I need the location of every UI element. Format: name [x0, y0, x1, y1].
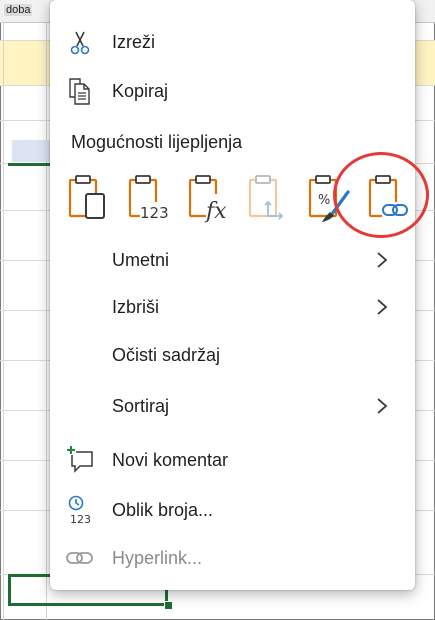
menu-item-cut[interactable]: Izreži — [50, 22, 415, 62]
paste-option-link[interactable] — [364, 172, 414, 226]
grid-line — [46, 22, 47, 620]
paste-icon — [68, 175, 105, 219]
menu-item-new-comment-label: Novi komentar — [112, 450, 229, 470]
menu-item-sort[interactable]: Sortiraj — [50, 386, 415, 426]
paste-transpose-icon — [248, 175, 284, 220]
new-comment-icon — [66, 445, 93, 473]
menu-item-insert-label: Umetni — [112, 250, 170, 270]
menu-item-number-format-label: Oblik broja... — [112, 500, 214, 520]
grid-line — [3, 22, 4, 620]
menu-item-delete-label: Izbriši — [112, 297, 160, 317]
svg-text:123: 123 — [140, 204, 169, 222]
chevron-right-icon — [377, 398, 388, 414]
paste-option-paste[interactable] — [64, 172, 114, 226]
number-format-icon: 123 — [68, 495, 91, 526]
svg-text:fx: fx — [204, 199, 227, 224]
svg-text:123: 123 — [70, 513, 91, 526]
link-icon — [66, 552, 93, 564]
paste-option-values[interactable]: 123 — [124, 172, 174, 226]
paste-option-transpose[interactable] — [244, 172, 294, 226]
menu-item-clear-label: Očisti sadržaj — [112, 345, 221, 365]
menu-item-cut-label: Izreži — [112, 32, 156, 52]
paste-link-icon — [368, 175, 410, 218]
paste-options-row: 123 fx % — [64, 172, 410, 226]
menu-item-number-format[interactable]: 123 Oblik broja... — [50, 490, 415, 530]
svg-text:%: % — [318, 193, 330, 208]
paste-formulas-icon: fx — [188, 175, 230, 224]
menu-item-clear-contents[interactable]: Očisti sadržaj — [50, 335, 415, 375]
menu-item-copy[interactable]: Kopiraj — [50, 71, 415, 111]
copy-icon — [69, 78, 90, 105]
scissors-icon — [70, 31, 90, 55]
paste-option-formulas[interactable]: fx — [184, 172, 234, 226]
menu-item-hyperlink[interactable]: Hyperlink... — [50, 538, 415, 578]
menu-item-sort-label: Sortiraj — [112, 396, 170, 416]
paste-formatting-icon: % — [308, 175, 350, 222]
chevron-right-icon — [377, 299, 388, 315]
menu-item-delete[interactable]: Izbriši — [50, 287, 415, 327]
paste-option-formatting[interactable]: % — [304, 172, 354, 226]
menu-item-new-comment[interactable]: Novi komentar — [50, 440, 415, 480]
paste-options-title: Mogućnosti lijepljenja — [71, 132, 243, 152]
paste-values-icon: 123 — [128, 175, 172, 222]
menu-item-copy-label: Kopiraj — [112, 81, 169, 101]
chevron-right-icon — [377, 252, 388, 268]
context-menu: Izreži Kopiraj Mogućnosti lijepljenja 12… — [50, 0, 415, 590]
menu-item-hyperlink-label: Hyperlink... — [112, 548, 203, 568]
fill-handle[interactable] — [164, 601, 173, 610]
cell-text: doba — [4, 4, 33, 16]
menu-item-insert[interactable]: Umetni — [50, 240, 415, 280]
